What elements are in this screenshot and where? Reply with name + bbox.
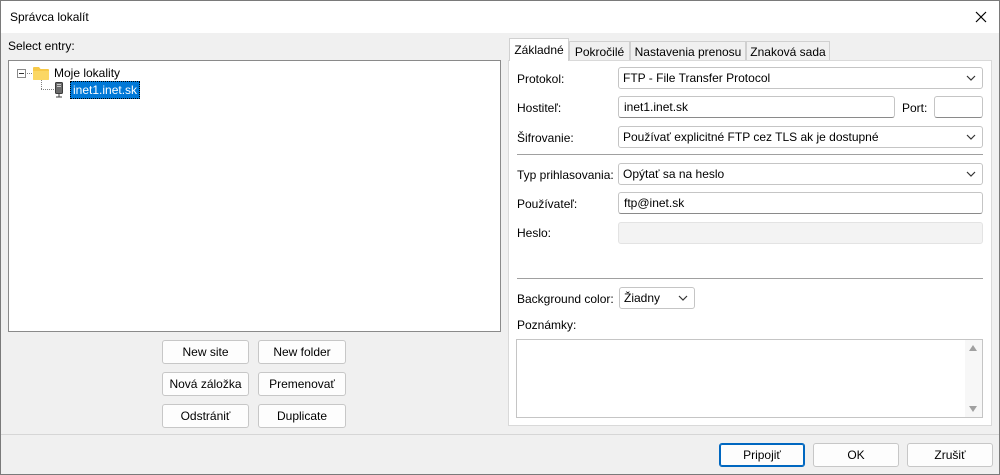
chevron-down-icon (678, 295, 688, 301)
logon-type-label: Typ prihlasovania: (517, 168, 614, 182)
tab-advanced[interactable]: Pokročilé (569, 41, 630, 61)
new-bookmark-button[interactable]: Nová záložka (162, 372, 249, 396)
notes-scrollbar[interactable] (965, 340, 982, 417)
encryption-select[interactable]: Používať explicitné FTP cez TLS ak je do… (618, 126, 983, 148)
select-entry-label: Select entry: (8, 39, 75, 53)
tree-folder-label: Moje lokality (54, 65, 121, 80)
site-manager-window: Správca lokalít Select entry: Moje lokal… (0, 0, 1000, 475)
close-icon (975, 11, 987, 23)
duplicate-button[interactable]: Duplicate (258, 404, 346, 428)
tab-charset[interactable]: Znaková sada (746, 41, 830, 61)
port-label: Port: (902, 101, 928, 115)
tree-site-row[interactable]: inet1.inet.sk (54, 80, 141, 99)
server-icon (55, 81, 63, 97)
title-bar: Správca lokalít (1, 1, 999, 33)
collapse-toggle[interactable] (17, 69, 26, 78)
password-label: Heslo: (517, 226, 552, 240)
window-title: Správca lokalít (10, 10, 89, 24)
connect-button[interactable]: Pripojiť (719, 443, 805, 467)
chevron-down-icon (966, 134, 976, 140)
background-color-select[interactable]: Žiadny (619, 287, 695, 309)
port-input[interactable] (934, 96, 983, 118)
protocol-select[interactable]: FTP - File Transfer Protocol (618, 67, 983, 89)
chevron-down-icon (966, 171, 976, 177)
host-label: Hostiteľ: (517, 101, 562, 115)
scroll-down-icon[interactable] (969, 406, 977, 412)
host-input[interactable]: inet1.inet.sk (618, 96, 895, 118)
folder-icon (33, 66, 49, 80)
tab-transfer-settings[interactable]: Nastavenia prenosu (630, 41, 746, 61)
scroll-up-icon[interactable] (969, 345, 977, 351)
new-folder-button[interactable]: New folder (258, 340, 346, 364)
notes-label: Poznámky: (517, 318, 577, 332)
divider (517, 278, 983, 279)
close-button[interactable] (967, 3, 995, 31)
cancel-button[interactable]: Zrušiť (907, 443, 993, 467)
new-site-button[interactable]: New site (162, 340, 249, 364)
logon-type-select[interactable]: Opýtať sa na heslo (618, 163, 983, 185)
encryption-label: Šifrovanie: (517, 131, 574, 145)
ok-button[interactable]: OK (813, 443, 899, 467)
background-color-value: Žiadny (624, 291, 661, 305)
protocol-label: Protokol: (517, 72, 565, 86)
protocol-value: FTP - File Transfer Protocol (623, 71, 771, 85)
divider (517, 154, 983, 155)
logon-type-value: Opýtať sa na heslo (623, 167, 725, 181)
tab-general[interactable]: Základné (509, 38, 569, 61)
background-color-label: Background color: (517, 292, 614, 306)
footer-divider (1, 434, 999, 435)
user-label: Používateľ: (517, 197, 578, 211)
delete-button[interactable]: Odstrániť (162, 404, 249, 428)
notes-textarea[interactable] (516, 339, 983, 418)
encryption-value: Používať explicitné FTP cez TLS ak je do… (623, 130, 879, 144)
tree-folder-row[interactable]: Moje lokality (33, 64, 120, 81)
rename-button[interactable]: Premenovať (258, 372, 346, 396)
chevron-down-icon (966, 75, 976, 81)
tree-site-label: inet1.inet.sk (70, 80, 141, 99)
site-tree[interactable]: Moje lokality inet1.inet.sk (8, 60, 501, 332)
password-input (618, 222, 983, 244)
user-input[interactable]: ftp@inet.sk (618, 192, 983, 214)
